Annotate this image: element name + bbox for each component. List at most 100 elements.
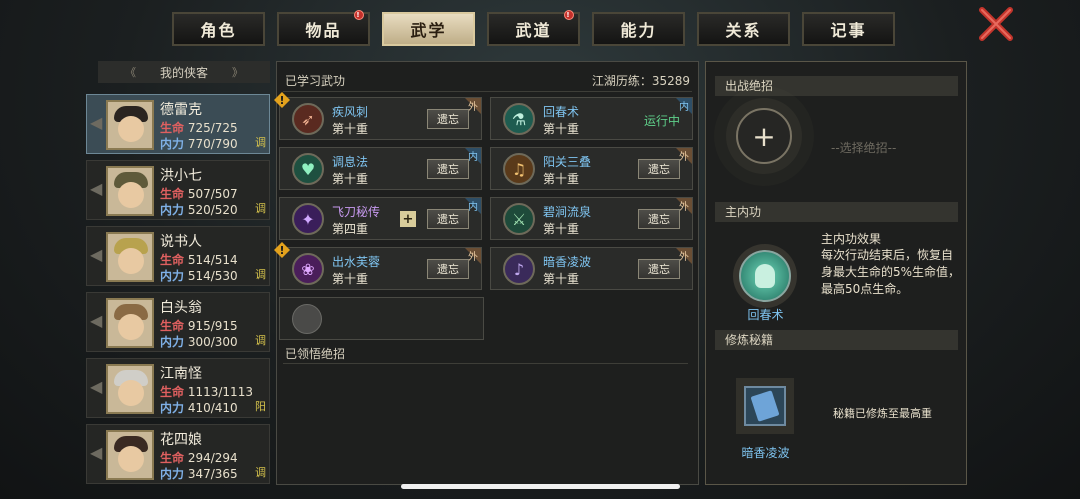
empty-slot-icon — [292, 304, 322, 334]
avatar — [106, 298, 154, 348]
tab-label: 武学 — [410, 21, 447, 40]
tab-journal[interactable]: 记事 — [802, 12, 895, 46]
chevron-left-icon: ◀ — [90, 179, 103, 198]
section-title: 出战绝招 — [715, 76, 958, 96]
forget-button[interactable]: 遗忘 — [427, 159, 469, 179]
hero-name: 白头翁 — [160, 300, 202, 316]
skill-type-badge: 外 — [468, 252, 478, 263]
plus-icon: + — [752, 119, 776, 153]
skill-card[interactable]: 外 ! ➶ 疾风刺 第十重 遗忘 — [274, 92, 482, 140]
hero-hp: 生命 507/507 — [160, 187, 238, 201]
skill-level: 第十重 — [543, 122, 580, 136]
skill-name: 暗香凌波 — [543, 255, 592, 269]
forget-button[interactable]: 遗忘 — [638, 209, 680, 229]
skill-card[interactable]: 内 ⚗ 回春术 第十重 运行中 — [490, 97, 693, 140]
skill-type-badge: 外 — [679, 252, 689, 263]
skill-type-badge: 内 — [468, 152, 478, 163]
tab-character[interactable]: 角色 — [172, 12, 265, 46]
tab-abilities[interactable]: 能力 — [592, 12, 685, 46]
skill-card[interactable]: 外 ♫ 阳关三叠 第十重 遗忘 — [490, 147, 693, 190]
forget-button[interactable]: 遗忘 — [427, 259, 469, 279]
skill-name: 出水芙蓉 — [332, 255, 381, 269]
tab-label: 武道 — [515, 21, 552, 40]
skill-type-badge: 外 — [679, 152, 689, 163]
hero-card[interactable]: ◀ 白头翁 生命 915/915 内力 300/300 调 — [86, 292, 270, 352]
forget-button[interactable]: 遗忘 — [427, 209, 469, 229]
chevron-right-icon[interactable]: 》 — [232, 64, 243, 80]
hero-tag: 调 — [255, 202, 266, 215]
skill-level: 第十重 — [332, 172, 369, 186]
section-title: 已领悟绝招 — [285, 347, 346, 361]
alert-badge: ! — [564, 10, 574, 20]
tab-relations[interactable]: 关系 — [697, 12, 790, 46]
hero-card[interactable]: ◀ 花四娘 生命 294/294 内力 347/365 调 — [86, 424, 270, 484]
spear-icon: ➶ — [292, 103, 324, 135]
hero-hp: 生命 1113/1113 — [160, 385, 253, 399]
choose-ultimate-hint[interactable]: --选择绝招-- — [831, 139, 896, 156]
hero-tag: 阳 — [255, 400, 266, 413]
sword-icon: ⚔ — [503, 203, 535, 235]
chevron-left-icon: ◀ — [90, 443, 103, 462]
skill-card[interactable]: 外 ⚔ 碧涧流泉 第十重 遗忘 — [490, 197, 693, 240]
hero-card[interactable]: ◀ 洪小七 生命 507/507 内力 520/520 调 — [86, 160, 270, 220]
manual-status: 秘籍已修炼至最高重 — [833, 407, 932, 420]
potion-icon: ⚗ — [503, 103, 535, 135]
hero-mp: 内力 520/520 — [160, 203, 238, 217]
tab-label: 角色 — [200, 21, 237, 40]
avatar — [106, 232, 154, 282]
skill-type-badge: 外 — [468, 102, 478, 113]
potion-icon[interactable] — [739, 250, 791, 302]
chevron-left-icon: ◀ — [90, 377, 103, 396]
tab-label: 关系 — [725, 21, 762, 40]
skill-card[interactable]: 内 ♥ 调息法 第十重 遗忘 — [279, 147, 482, 190]
skill-card[interactable]: 外 ♪ 暗香凌波 第十重 遗忘 — [490, 247, 693, 290]
forget-button[interactable]: 遗忘 — [638, 159, 680, 179]
manual-name: 暗香凌波 — [741, 446, 790, 460]
hero-tag: 调 — [255, 268, 266, 281]
tab-martial-path[interactable]: 武道! — [487, 10, 580, 46]
hero-card[interactable]: ◀ 说书人 生命 514/514 内力 514/530 调 — [86, 226, 270, 286]
skill-card[interactable]: 内 ✦ 飞刀秘传 第四重 + 遗忘 — [279, 197, 482, 240]
hero-mp: 内力 514/530 — [160, 269, 238, 283]
avatar — [106, 364, 154, 414]
manual-book-icon[interactable] — [744, 386, 786, 426]
skill-name: 调息法 — [332, 155, 369, 169]
divider — [283, 91, 692, 92]
skill-type-badge: 内 — [468, 202, 478, 213]
heart-icon: ♥ — [292, 153, 324, 185]
experience-counter: 江湖历练：35289 — [591, 74, 690, 88]
upgrade-plus-icon[interactable]: + — [400, 211, 416, 227]
hero-card[interactable]: ◀ 江南怪 生命 1113/1113 内力 410/410 阳 — [86, 358, 270, 418]
hero-name: 花四娘 — [160, 432, 202, 448]
add-ultimate-button[interactable]: + — [736, 108, 792, 164]
detail-panel: 出战绝招 + --选择绝招-- 主内功 回春术 主内功效果 每次行动结束后，恢复… — [705, 61, 967, 485]
tab-label: 记事 — [830, 21, 867, 40]
learned-skills-panel: 已学习武功 江湖历练：35289 外 ! ➶ 疾风刺 第十重 遗忘 内 ⚗ 回春… — [274, 61, 699, 485]
alert-badge: ! — [354, 10, 364, 20]
skill-name: 疾风刺 — [332, 105, 369, 119]
hero-hp: 生命 915/915 — [160, 319, 238, 333]
tab-martial-arts[interactable]: 武学 — [382, 12, 475, 46]
hero-hp: 生命 514/514 — [160, 253, 238, 267]
tab-label: 物品 — [305, 21, 342, 40]
section-title: 主内功 — [715, 202, 958, 222]
hero-mp: 内力 300/300 — [160, 335, 238, 349]
skill-card[interactable]: 外 ! ❀ 出水芙蓉 第十重 遗忘 — [274, 242, 482, 290]
chevron-left-icon[interactable]: 《 — [125, 64, 136, 80]
forget-button[interactable]: 遗忘 — [427, 109, 469, 129]
skill-level: 第十重 — [543, 172, 580, 186]
empty-skill-slot[interactable] — [279, 297, 484, 340]
hero-name: 洪小七 — [160, 168, 202, 184]
tab-items[interactable]: 物品! — [277, 10, 370, 46]
hero-mp: 内力 410/410 — [160, 401, 238, 415]
hero-name: 江南怪 — [160, 366, 202, 382]
chevron-left-icon: ◀ — [90, 245, 103, 264]
avatar — [106, 430, 154, 480]
home-indicator[interactable] — [401, 484, 680, 489]
hero-card[interactable]: ◀ 德雷克 生命 725/725 内力 770/790 调 — [86, 94, 270, 154]
lotus-icon: ❀ — [292, 253, 324, 285]
forget-button[interactable]: 遗忘 — [638, 259, 680, 279]
close-icon[interactable] — [978, 6, 1014, 42]
effect-description: 每次行动结束后，恢复自身最大生命的5%生命值，最高50点生命。 — [821, 248, 961, 296]
effect-title: 主内功效果 — [821, 232, 882, 246]
